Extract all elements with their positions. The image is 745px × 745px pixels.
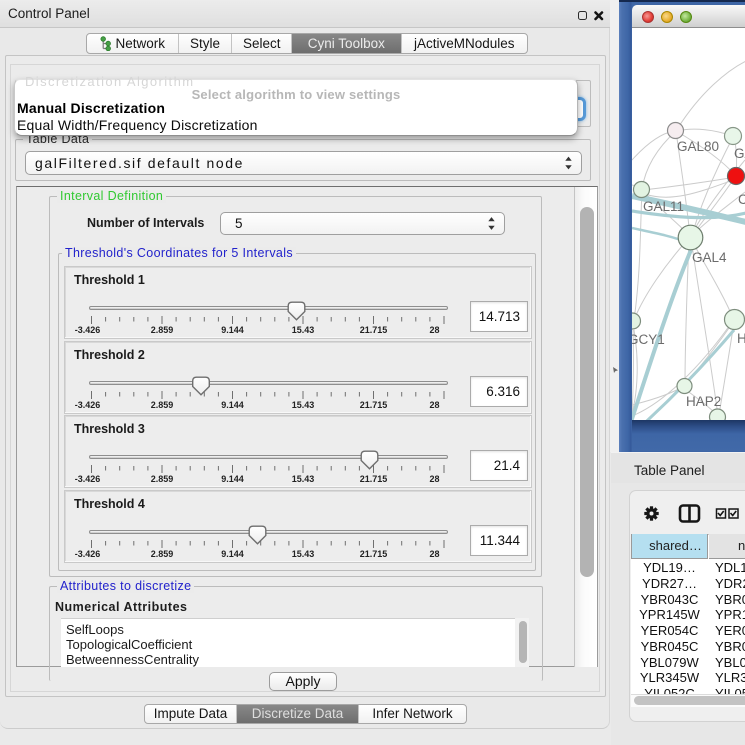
svg-text:C: C xyxy=(738,192,745,207)
svg-text:GA: GA xyxy=(734,146,745,161)
svg-text:HAP2: HAP2 xyxy=(686,394,721,409)
svg-text:GAL11: GAL11 xyxy=(643,199,684,214)
svg-text:GAL4: GAL4 xyxy=(692,250,727,265)
svg-text:H: H xyxy=(737,331,745,346)
svg-text:GCY1: GCY1 xyxy=(632,332,665,347)
svg-text:GAL80: GAL80 xyxy=(677,139,719,154)
